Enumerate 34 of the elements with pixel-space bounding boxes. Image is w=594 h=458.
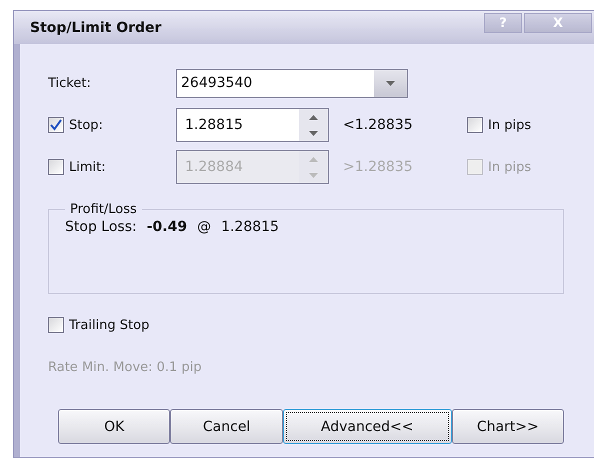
price-bound: >1.28835 bbox=[342, 159, 414, 175]
rate-min-move-text: Rate Min. Move: 0.1 pip bbox=[48, 360, 203, 375]
pips-label: In pips bbox=[488, 118, 532, 132]
stop-loss-text: Stop Loss: -0.49 @ 1.28815 bbox=[65, 219, 279, 235]
price-value: 1.28815 bbox=[184, 116, 244, 135]
group-title: Profit/Loss bbox=[69, 202, 138, 217]
price-bound: <1.28835 bbox=[342, 117, 414, 133]
spin-up-button[interactable] bbox=[299, 109, 328, 125]
price-spinner[interactable]: 1.28815 bbox=[176, 108, 329, 142]
checkbox[interactable] bbox=[467, 159, 483, 175]
down-arrow-icon bbox=[386, 80, 395, 86]
down-arrow-icon bbox=[309, 130, 318, 136]
window-title: Stop/Limit Order bbox=[30, 20, 162, 36]
up-arrow-icon bbox=[309, 156, 318, 162]
trailing-stop-label: Trailing Stop bbox=[69, 318, 150, 332]
ticket-value: 26493540 bbox=[180, 74, 254, 93]
dialog-button[interactable]: Chart>> bbox=[452, 409, 564, 444]
order-label: Stop: bbox=[69, 118, 103, 132]
checkbox[interactable] bbox=[467, 117, 483, 133]
ticket-label: Ticket: bbox=[48, 76, 91, 90]
price-value: 1.28884 bbox=[184, 158, 244, 177]
pips-label: In pips bbox=[488, 160, 532, 174]
dialog-button[interactable]: Cancel bbox=[170, 409, 283, 444]
ticket-combo[interactable]: 26493540 bbox=[176, 68, 408, 98]
spin-down-button[interactable] bbox=[299, 125, 328, 141]
order-label: Limit: bbox=[69, 160, 106, 174]
checkbox[interactable] bbox=[48, 117, 64, 133]
dialog-button[interactable]: OK bbox=[58, 409, 170, 444]
dropdown-button[interactable] bbox=[374, 70, 407, 96]
checkbox[interactable] bbox=[48, 159, 64, 175]
checkbox[interactable] bbox=[48, 317, 64, 333]
up-arrow-icon bbox=[309, 114, 318, 120]
down-arrow-icon bbox=[309, 172, 318, 178]
dialog-button[interactable]: Advanced<< bbox=[282, 409, 452, 444]
